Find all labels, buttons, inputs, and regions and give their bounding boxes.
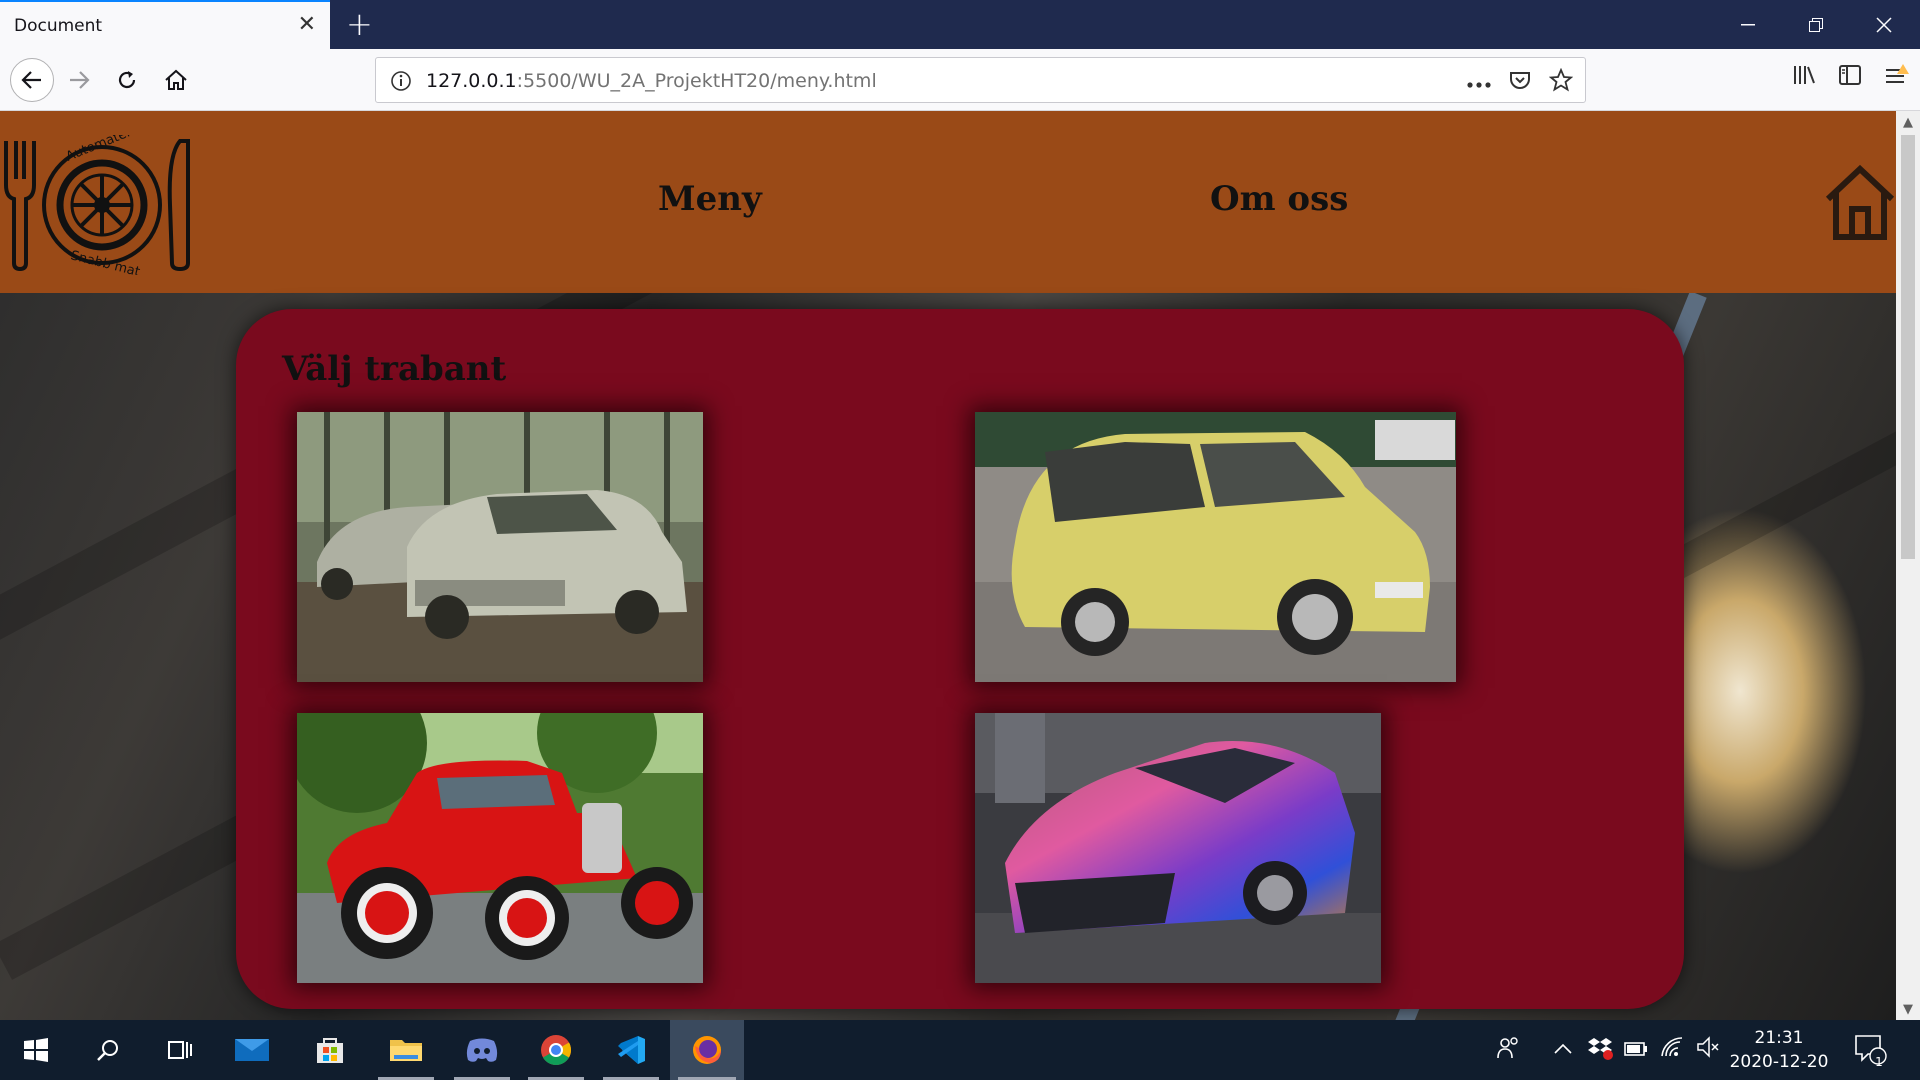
firefox-icon	[693, 1036, 721, 1064]
page-title: Välj trabant	[282, 349, 507, 389]
clock-date: 2020-12-20	[1729, 1052, 1829, 1072]
notification-count: 1	[1875, 1055, 1883, 1069]
photo-yellow-minivan[interactable]	[975, 412, 1456, 682]
close-icon[interactable]	[1850, 0, 1918, 49]
folder-icon	[390, 1040, 422, 1061]
scrollbar-thumb[interactable]	[1901, 135, 1915, 559]
scroll-up-arrow-icon[interactable]: ▲	[1896, 111, 1920, 133]
minimize-icon[interactable]	[1714, 0, 1782, 49]
restaurant-logo[interactable]: Automaten Snabb mat	[0, 135, 200, 275]
address-bar[interactable]: 127.0.0.1:5500/WU_2A_ProjektHT20/meny.ht…	[375, 57, 1586, 103]
page-viewport: Automaten Snabb mat Meny Om oss Välj tra…	[0, 111, 1896, 1020]
tab-title: Document	[14, 16, 103, 36]
vscode-app[interactable]	[595, 1020, 667, 1080]
scroll-down-arrow-icon[interactable]: ▼	[1896, 998, 1920, 1020]
site-header: Automaten Snabb mat Meny Om oss	[0, 111, 1896, 293]
sidebar-icon[interactable]	[1838, 64, 1862, 90]
show-hidden-icons-chevron-icon[interactable]	[1554, 1038, 1572, 1059]
discord-app[interactable]	[446, 1020, 518, 1080]
menu-panel: Välj trabant	[236, 309, 1684, 1009]
wifi-icon[interactable]	[1660, 1036, 1684, 1063]
navigation-toolbar: 127.0.0.1:5500/WU_2A_ProjektHT20/meny.ht…	[0, 49, 1920, 111]
library-icon[interactable]	[1792, 64, 1816, 90]
page-actions-icon[interactable]	[1467, 73, 1491, 92]
people-icon[interactable]	[1496, 1036, 1520, 1065]
url-host: 127.0.0.1	[426, 70, 517, 92]
photo-red-hot-rod[interactable]	[297, 713, 703, 983]
forward-arrow-icon	[70, 71, 90, 89]
start-button[interactable]	[0, 1020, 72, 1080]
task-view-icon	[168, 1041, 192, 1059]
search-button[interactable]	[72, 1020, 144, 1080]
reload-button[interactable]	[108, 61, 146, 99]
vscode-icon	[618, 1036, 645, 1064]
logo-text-bottom: Snabb mat	[69, 248, 141, 275]
forward-button[interactable]	[60, 61, 98, 99]
menu-icon[interactable]	[1884, 63, 1910, 91]
task-view-button[interactable]	[144, 1020, 216, 1080]
tab-close-button[interactable]: ✕	[298, 12, 316, 38]
windows-logo-icon	[24, 1038, 48, 1062]
mail-icon	[235, 1039, 269, 1061]
firefox-app[interactable]	[670, 1020, 744, 1080]
home-icon	[165, 69, 187, 90]
windows-taskbar: 21:31 2020-12-20 1	[0, 1020, 1920, 1080]
url-path: :5500/WU_2A_ProjektHT20/meny.html	[516, 70, 877, 92]
back-button[interactable]	[10, 58, 54, 102]
bookmark-star-icon[interactable]	[1548, 67, 1574, 96]
nav-link-meny[interactable]: Meny	[658, 179, 762, 219]
photo-chrome-sports-car[interactable]	[975, 713, 1381, 983]
url-text[interactable]: 127.0.0.1:5500/WU_2A_ProjektHT20/meny.ht…	[426, 70, 877, 92]
search-icon	[97, 1040, 118, 1061]
restore-icon[interactable]	[1782, 0, 1850, 49]
system-clock[interactable]: 21:31 2020-12-20	[1724, 1026, 1834, 1074]
clock-time: 21:31	[1754, 1028, 1804, 1048]
store-icon	[317, 1038, 343, 1063]
volume-muted-icon[interactable]	[1696, 1036, 1720, 1063]
pocket-icon[interactable]	[1509, 69, 1531, 95]
new-tab-button[interactable]: +	[346, 6, 373, 42]
discord-icon	[466, 1038, 498, 1062]
mail-app[interactable]	[216, 1020, 288, 1080]
file-explorer-app[interactable]	[370, 1020, 442, 1080]
dropbox-icon[interactable]	[1588, 1036, 1614, 1065]
vertical-scrollbar[interactable]: ▲ ▼	[1896, 111, 1920, 1020]
nav-link-om-oss[interactable]: Om oss	[1210, 179, 1348, 219]
chrome-icon	[541, 1035, 572, 1066]
store-app[interactable]	[294, 1020, 366, 1080]
info-icon[interactable]	[390, 70, 412, 96]
home-button[interactable]	[157, 61, 195, 99]
back-arrow-icon	[21, 71, 41, 89]
tab-document[interactable]: Document ✕	[0, 0, 330, 49]
tab-strip: Document ✕ +	[0, 0, 1920, 49]
home-link-icon[interactable]	[1824, 163, 1896, 243]
battery-icon[interactable]	[1624, 1040, 1648, 1061]
photo-abandoned-trabants[interactable]	[297, 412, 703, 682]
chrome-app[interactable]	[520, 1020, 592, 1080]
reload-icon	[118, 71, 136, 89]
